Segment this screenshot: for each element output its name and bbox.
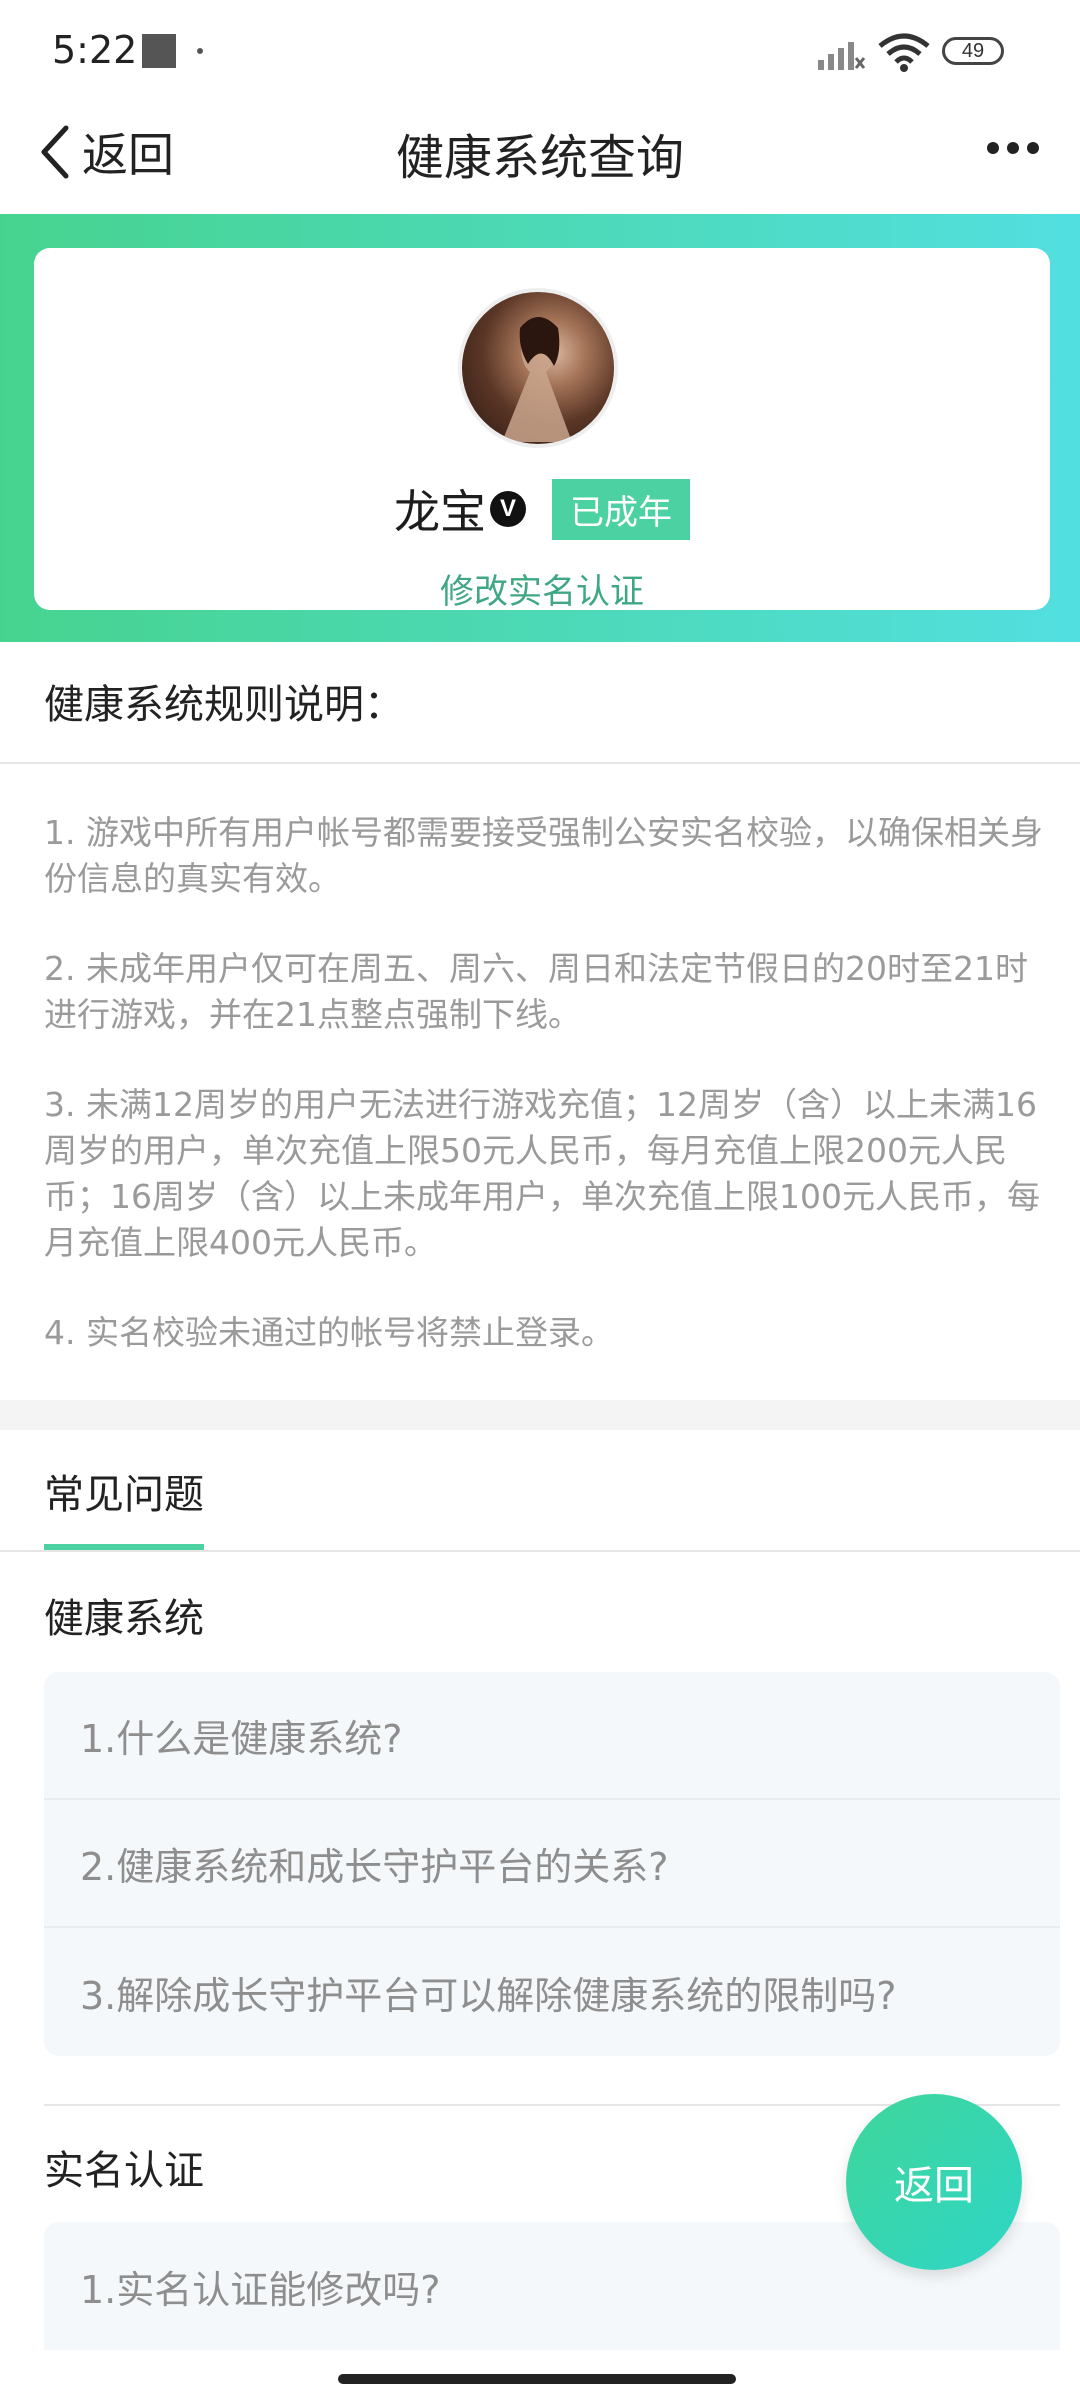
page-title: 健康系统查询 [395,130,684,186]
faq-list: 1.什么是健康系统? 2.健康系统和成长守护平台的关系? 3.解除成长守护平台可… [44,1672,1060,2056]
notification-icon [142,34,176,68]
verified-icon: V [490,491,526,527]
section-divider [0,1400,1080,1430]
faq-item[interactable]: 3.解除成长守护平台可以解除健康系统的限制吗? [44,1928,1060,2056]
nav-bar: 返回 健康系统查询 [0,104,1080,214]
status-bar: 5:22 49 [0,0,1080,104]
divider [0,762,1080,764]
modify-real-name-link[interactable]: 修改实名认证 [34,564,1050,613]
faq-item[interactable]: 1.什么是健康系统? [44,1672,1060,1800]
tab-faq[interactable]: 常见问题 [44,1462,204,1520]
profile-banner: 龙宝 V 已成年 修改实名认证 [0,214,1080,642]
signal-icon [818,42,866,70]
faq-item[interactable]: 2.健康系统和成长守护平台的关系? [44,1800,1060,1928]
rule-item: 3. 未满12周岁的用户无法进行游戏充值；12周岁（含）以上未满16周岁的用户，… [44,1085,1040,1262]
more-icon[interactable] [985,138,1041,158]
user-name: 龙宝 [394,485,486,539]
wifi-icon [878,33,930,72]
battery-icon: 49 [942,37,1004,65]
status-badge: 已成年 [552,478,690,540]
divider [0,1550,1080,1552]
rule-item: 2. 未成年用户仅可在周五、周六、周日和法定节假日的20时至21时进行游戏，并在… [44,949,1028,1034]
avatar [458,288,618,448]
status-time: 5:22 [52,28,138,72]
rule-item: 1. 游戏中所有用户帐号都需要接受强制公安实名校验，以确保相关身份信息的真实有效… [44,813,1043,898]
floating-back-button[interactable]: 返回 [846,2094,1022,2270]
rules-heading: 健康系统规则说明： [44,682,404,728]
rule-item: 4. 实名校验未通过的帐号将禁止登录。 [44,1313,614,1352]
faq-group-title: 健康系统 [44,1596,204,1642]
profile-card: 龙宝 V 已成年 修改实名认证 [34,248,1050,613]
home-indicator[interactable] [338,2374,736,2384]
avatar-image [502,317,572,442]
faq-group-title: 实名认证 [44,2148,204,2194]
notification-dot-icon [197,48,203,54]
name-row: 龙宝 V 已成年 [34,476,1050,542]
